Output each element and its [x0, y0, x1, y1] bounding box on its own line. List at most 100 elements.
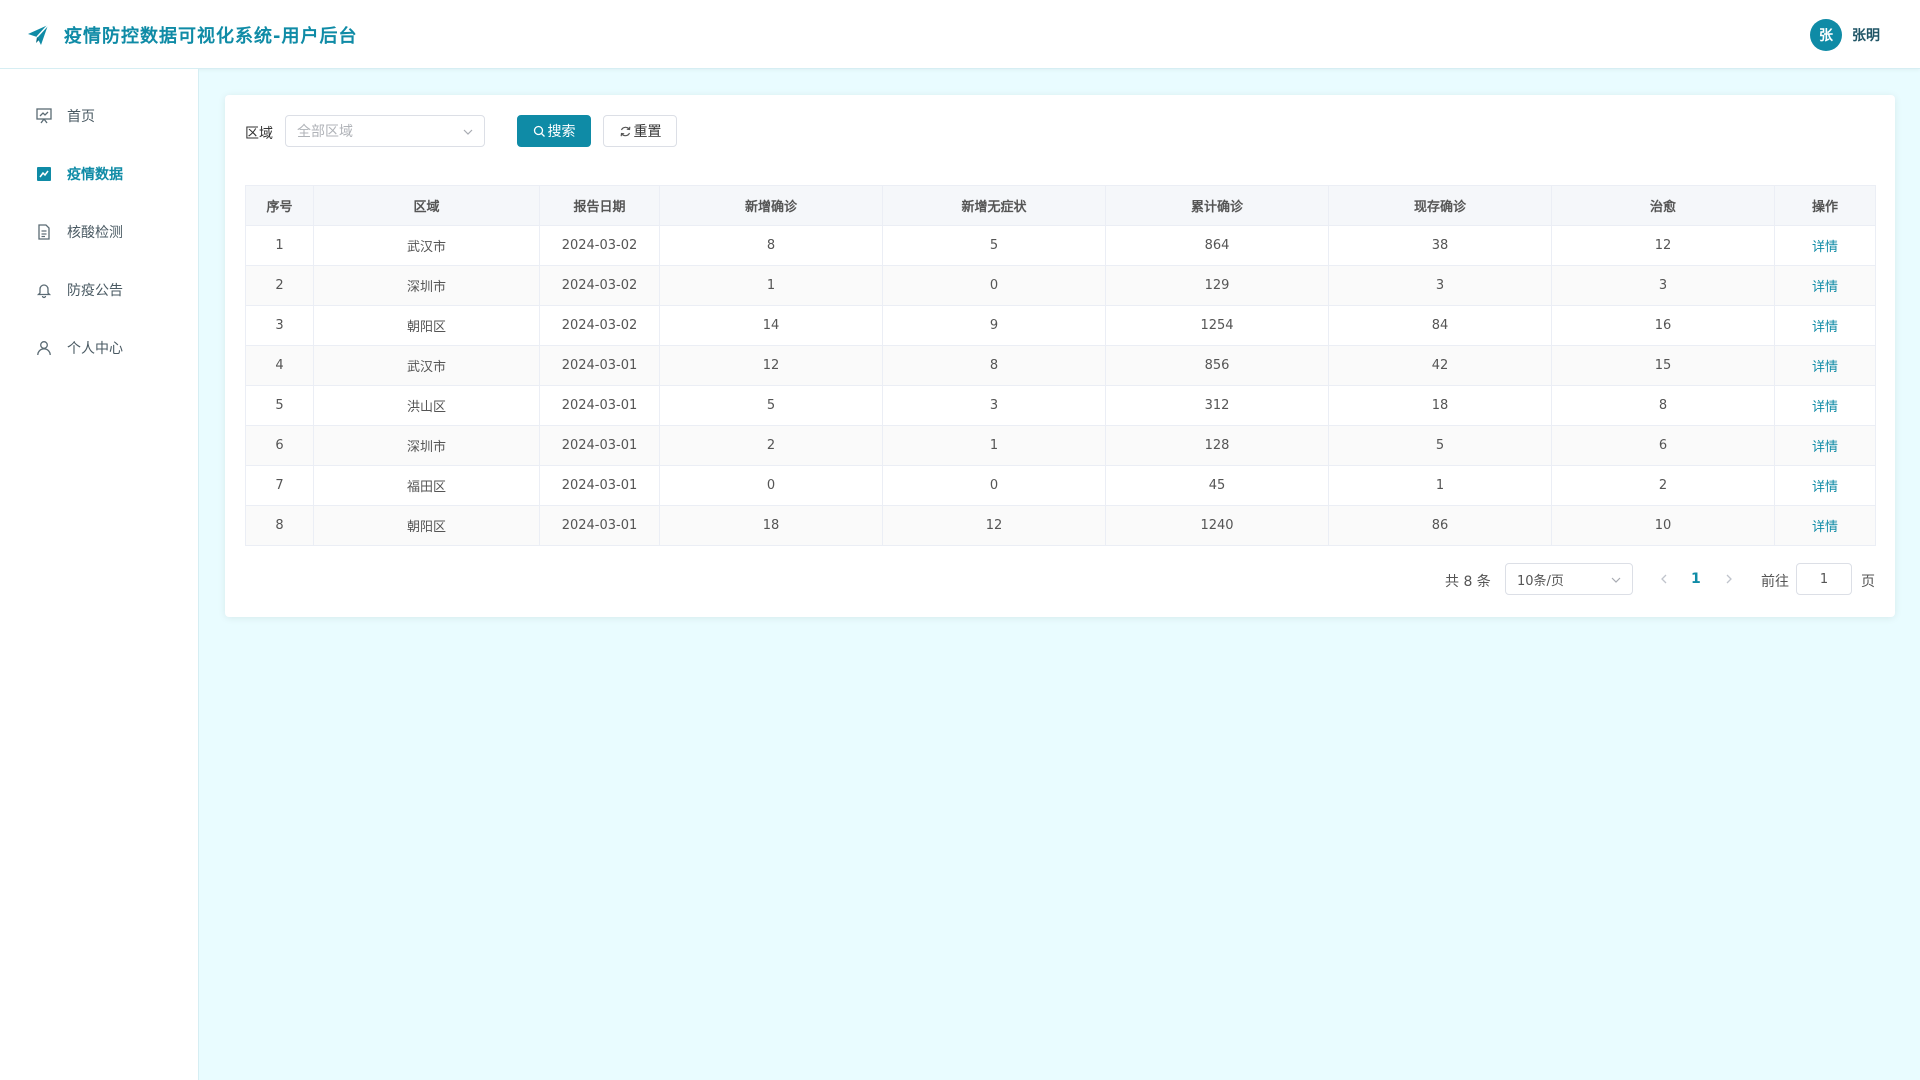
table-row: 6 深圳市 2024-03-01 2 1 128 5 6 详情 — [245, 425, 1876, 466]
table-cell: 2 — [1551, 465, 1775, 506]
table-cell: 2024-03-02 — [539, 265, 660, 306]
table-cell: 3 — [882, 385, 1106, 426]
sidebar-item-home[interactable]: 首页 — [0, 96, 199, 136]
table-cell: 1240 — [1105, 505, 1329, 546]
chevron-down-icon — [463, 129, 473, 135]
table-cell: 9 — [882, 305, 1106, 346]
table-cell: 14 — [659, 305, 883, 346]
chevron-left-icon[interactable] — [1657, 572, 1671, 586]
table-cell: 38 — [1328, 225, 1552, 266]
avatar[interactable]: 张 — [1810, 19, 1842, 51]
table-cell: 2024-03-01 — [539, 345, 660, 386]
table-cell: 5 — [659, 385, 883, 426]
details-link[interactable]: 详情 — [1812, 240, 1838, 255]
table-cell: 8 — [659, 225, 883, 266]
table-header-row: 序号 区域 报告日期 新增确诊 新增无症状 累计确诊 现存确诊 治愈 操作 — [245, 185, 1876, 226]
sidebar-item-profile[interactable]: 个人中心 — [0, 328, 199, 368]
region-select[interactable]: 全部区域 — [285, 115, 485, 147]
table-cell: 8 — [1551, 385, 1775, 426]
presentation-chart-icon — [36, 108, 52, 124]
table-cell-action: 详情 — [1774, 345, 1876, 386]
page-size-value: 10条/页 — [1517, 573, 1564, 589]
search-button[interactable]: 搜索 — [517, 115, 591, 147]
table-cell-action: 详情 — [1774, 505, 1876, 546]
table-cell: 12 — [1551, 225, 1775, 266]
user-icon — [37, 341, 51, 356]
table-row: 8 朝阳区 2024-03-01 18 12 1240 86 10 详情 — [245, 505, 1876, 546]
epidemic-data-table: 序号 区域 报告日期 新增确诊 新增无症状 累计确诊 现存确诊 治愈 操作 1 武汉市 2024-0… — [245, 185, 1876, 546]
details-link[interactable]: 详情 — [1812, 320, 1838, 335]
region-select-placeholder: 全部区域 — [297, 124, 353, 140]
table-cell: 10 — [1551, 505, 1775, 546]
table-row: 3 朝阳区 2024-03-02 14 9 1254 84 16 详情 — [245, 305, 1876, 346]
table-cell-action: 详情 — [1774, 225, 1876, 266]
refresh-icon — [620, 126, 630, 136]
reset-button[interactable]: 重置 — [603, 115, 677, 147]
table-row: 1 武汉市 2024-03-02 8 5 864 38 12 详情 — [245, 225, 1876, 266]
goto-page-input[interactable] — [1796, 563, 1852, 595]
details-link[interactable]: 详情 — [1812, 360, 1838, 375]
table-cell: 武汉市 — [313, 345, 540, 386]
table-cell: 16 — [1551, 305, 1775, 346]
sidebar-item-label: 防疫公告 — [67, 283, 123, 299]
column-header: 报告日期 — [539, 185, 660, 226]
column-header: 治愈 — [1551, 185, 1775, 226]
table-row: 7 福田区 2024-03-01 0 0 45 1 2 详情 — [245, 465, 1876, 506]
table-row: 4 武汉市 2024-03-01 12 8 856 42 15 详情 — [245, 345, 1876, 386]
column-header: 序号 — [245, 185, 314, 226]
sidebar-item-nucleic-test[interactable]: 核酸检测 — [0, 212, 199, 252]
column-header: 新增确诊 — [659, 185, 883, 226]
search-icon — [533, 125, 545, 137]
table-cell: 3 — [1551, 265, 1775, 306]
table-cell: 42 — [1328, 345, 1552, 386]
table-cell: 128 — [1105, 425, 1329, 466]
sidebar-item-epidemic-data[interactable]: 疫情数据 — [0, 154, 199, 194]
table-cell: 12 — [882, 505, 1106, 546]
page-number-current[interactable]: 1 — [1691, 571, 1701, 587]
table-cell-action: 详情 — [1774, 265, 1876, 306]
column-header: 新增无症状 — [882, 185, 1106, 226]
table-cell: 8 — [245, 505, 314, 546]
sidebar-item-label: 个人中心 — [67, 341, 123, 357]
table-cell-action: 详情 — [1774, 425, 1876, 466]
table-cell: 4 — [245, 345, 314, 386]
table-cell: 3 — [1328, 265, 1552, 306]
details-link[interactable]: 详情 — [1812, 400, 1838, 415]
goto-label: 前往 — [1761, 574, 1789, 590]
table-cell: 3 — [245, 305, 314, 346]
column-header: 现存确诊 — [1328, 185, 1552, 226]
chevron-right-icon[interactable] — [1722, 572, 1736, 586]
table-cell: 朝阳区 — [313, 305, 540, 346]
search-button-label: 搜索 — [547, 124, 576, 140]
details-link[interactable]: 详情 — [1812, 440, 1838, 455]
table-cell: 2 — [659, 425, 883, 466]
details-link[interactable]: 详情 — [1812, 520, 1838, 535]
sidebar: 首页 疫情数据 核酸检测 防疫公告 个人中心 — [0, 69, 199, 1080]
table-cell: 2024-03-01 — [539, 505, 660, 546]
page-size-select[interactable]: 10条/页 — [1505, 563, 1633, 595]
details-link[interactable]: 详情 — [1812, 480, 1838, 495]
username[interactable]: 张明 — [1852, 25, 1880, 45]
table-cell: 312 — [1105, 385, 1329, 426]
user-menu[interactable]: 张 张明 — [1810, 18, 1880, 52]
table-cell: 2024-03-02 — [539, 225, 660, 266]
table-cell: 45 — [1105, 465, 1329, 506]
sidebar-item-label: 首页 — [67, 109, 95, 125]
table-cell: 6 — [1551, 425, 1775, 466]
pagination-total: 共 8 条 — [1445, 574, 1491, 590]
table-cell: 1 — [882, 425, 1106, 466]
table-cell: 0 — [882, 465, 1106, 506]
sidebar-item-label: 疫情数据 — [67, 167, 123, 183]
table-cell: 856 — [1105, 345, 1329, 386]
table-cell: 129 — [1105, 265, 1329, 306]
details-link[interactable]: 详情 — [1812, 280, 1838, 295]
sidebar-item-announcements[interactable]: 防疫公告 — [0, 270, 199, 310]
table-cell: 福田区 — [313, 465, 540, 506]
table-cell: 86 — [1328, 505, 1552, 546]
table-cell: 12 — [659, 345, 883, 386]
table-cell: 朝阳区 — [313, 505, 540, 546]
table-cell: 18 — [659, 505, 883, 546]
table-cell: 1 — [245, 225, 314, 266]
chevron-down-icon — [1611, 577, 1621, 583]
line-chart-icon — [37, 167, 51, 181]
